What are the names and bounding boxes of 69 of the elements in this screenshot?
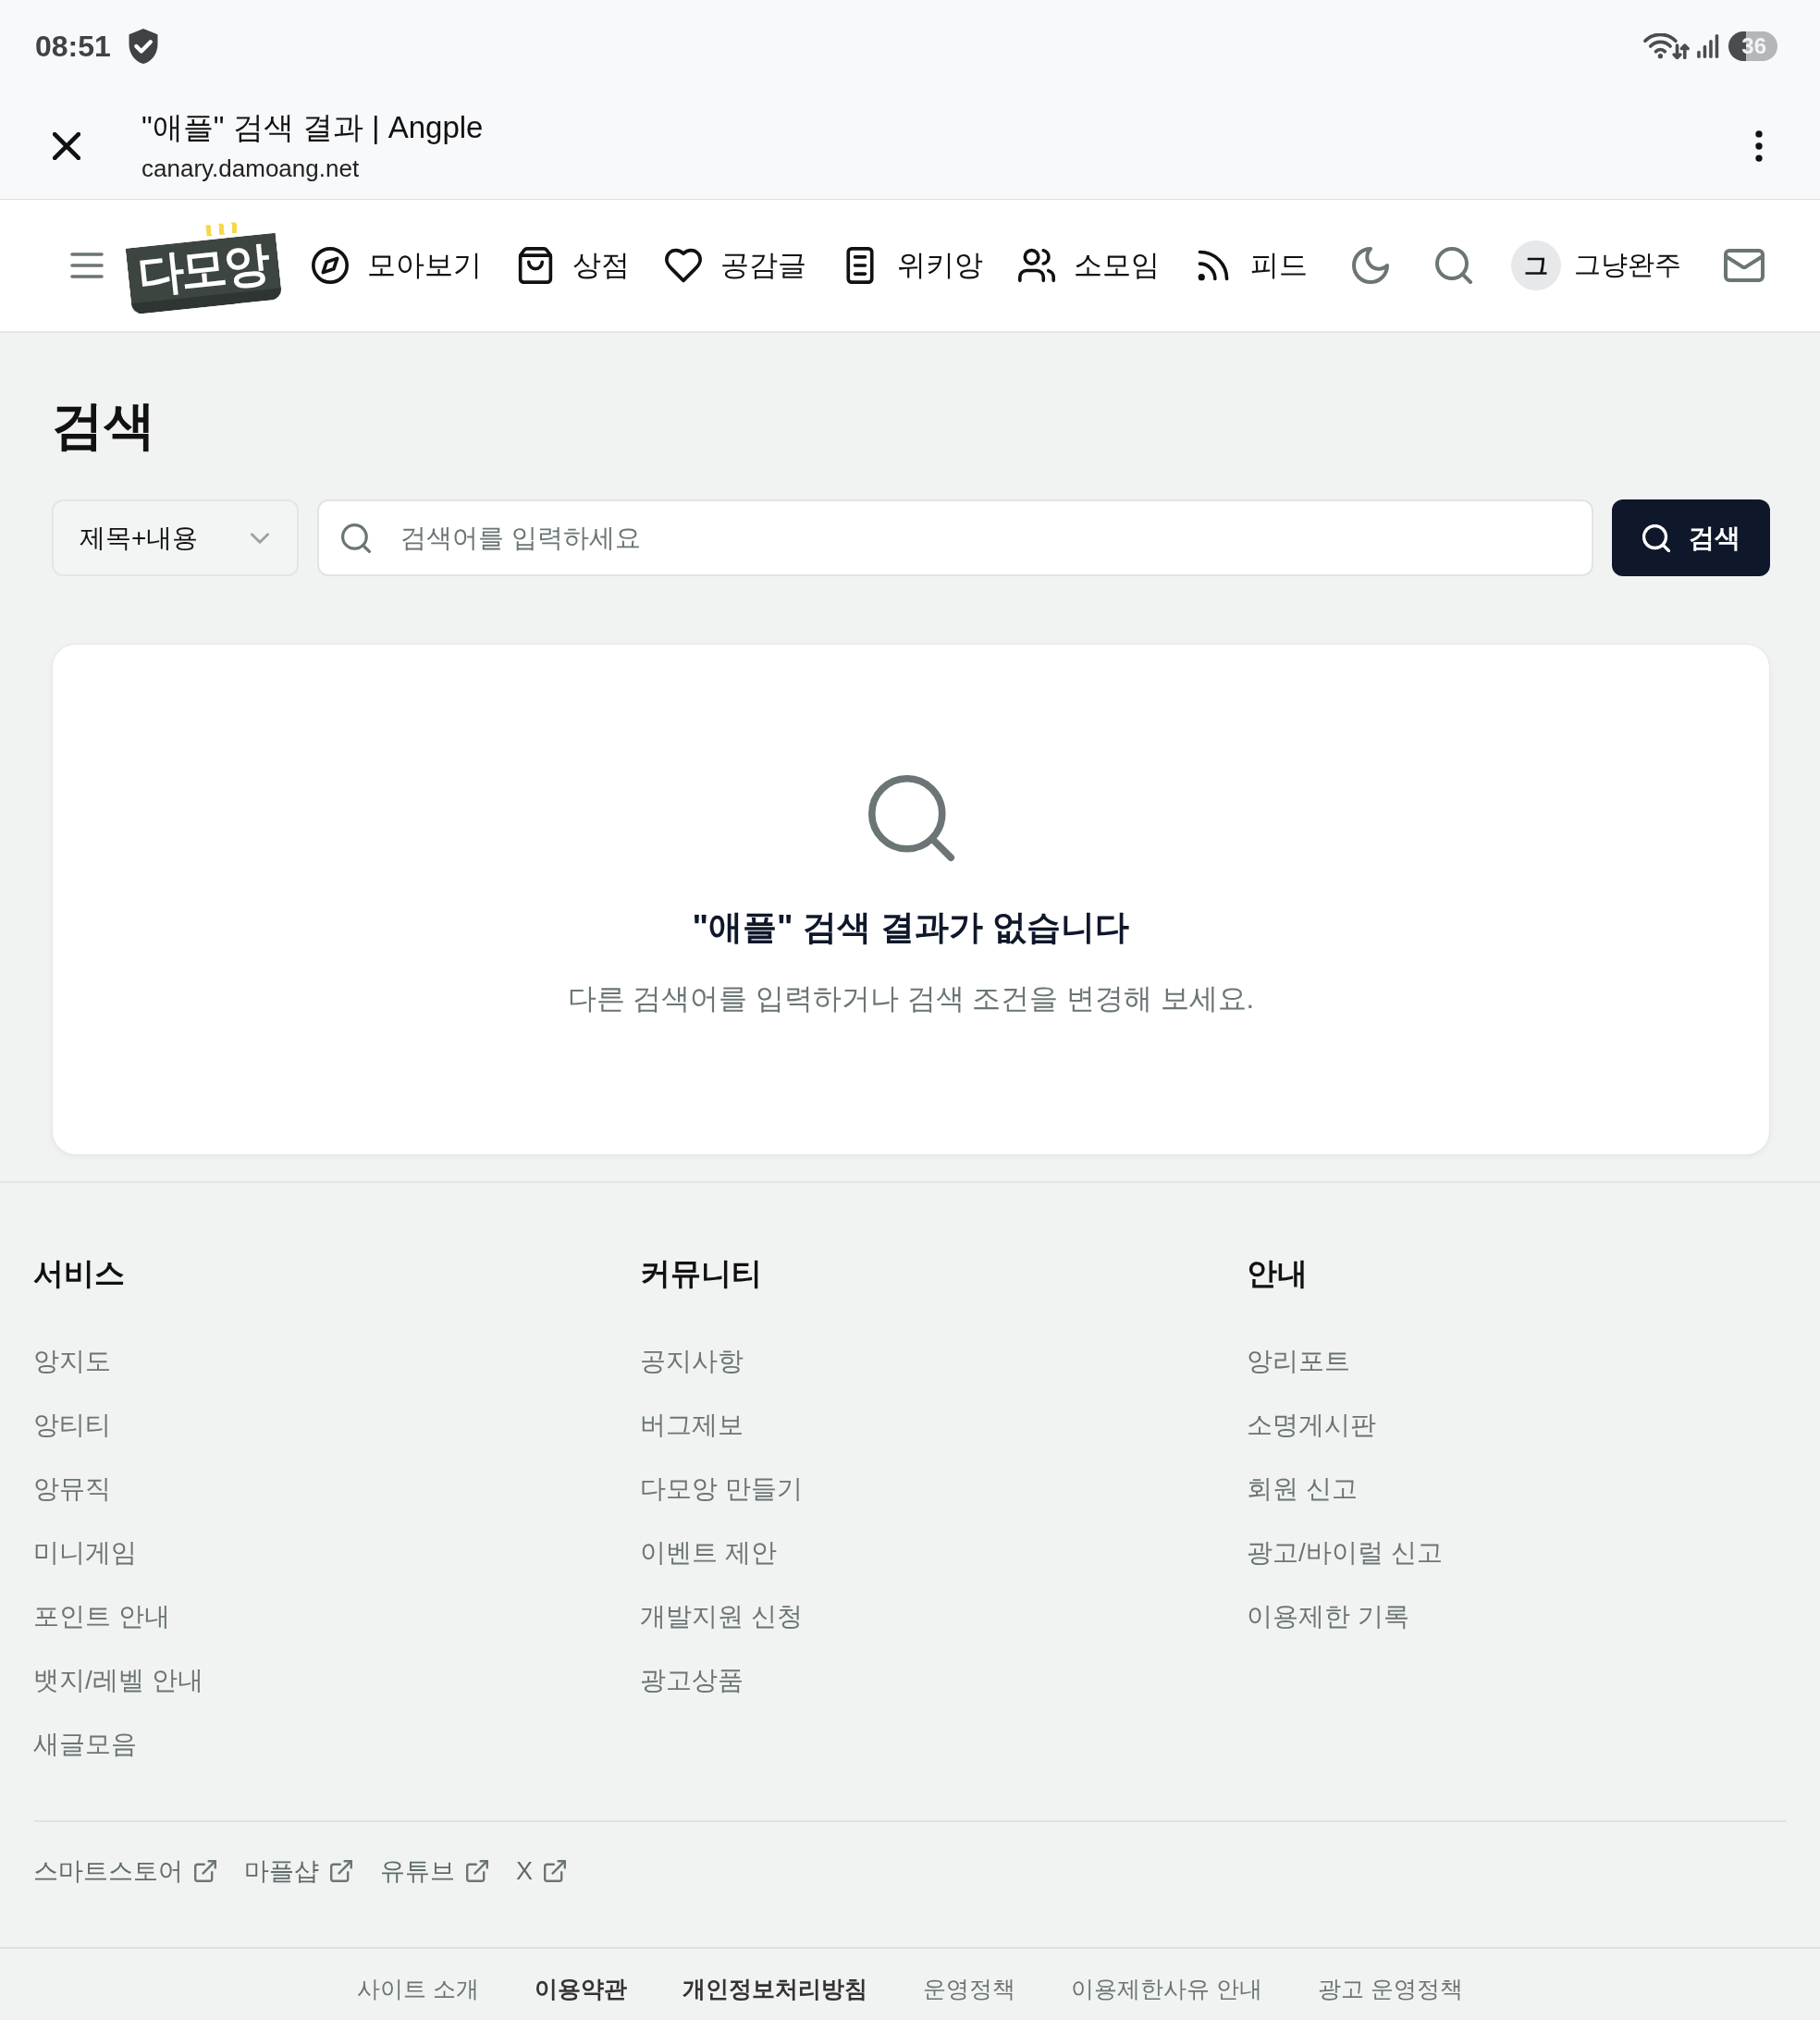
users-icon (1018, 247, 1055, 284)
page-title: 검색 (52, 395, 156, 456)
footer-link[interactable]: 앙티티 (33, 1407, 111, 1444)
external-link[interactable]: X (516, 1853, 566, 1890)
browser-page-title: "애플" 검색 결과 | Angple (141, 108, 484, 146)
external-link-icon (466, 1860, 488, 1882)
external-link-icon (330, 1860, 352, 1882)
footer-link[interactable]: 포인트 안내 (33, 1598, 170, 1635)
nav-link[interactable]: 피드 (1195, 246, 1308, 285)
legal-link[interactable]: 운영정책 (923, 1973, 1015, 2004)
external-link-icon (194, 1860, 216, 1882)
moon-icon[interactable] (1352, 247, 1389, 284)
browser-url: canary.damoang.net (141, 153, 360, 184)
footer-heading: 커뮤니티 (640, 1255, 762, 1292)
footer-link[interactable]: 앙뮤직 (33, 1471, 111, 1508)
mail-icon[interactable] (1724, 249, 1765, 282)
external-link[interactable]: 마플샵 (244, 1853, 352, 1890)
status-time: 08:51 (35, 29, 111, 64)
empty-state-title: "애플" 검색 결과가 없습니다 (692, 907, 1130, 948)
menu-icon[interactable] (70, 252, 104, 279)
wifi-icon (1643, 33, 1691, 59)
footer-link[interactable]: 앙리포트 (1247, 1343, 1350, 1380)
search-scope-select[interactable]: 제목+내용 (52, 499, 299, 576)
external-link[interactable]: 유튜브 (380, 1853, 488, 1890)
footer-link[interactable]: 버그제보 (640, 1407, 744, 1444)
nav-link[interactable]: 공감글 (665, 246, 806, 285)
footer-link[interactable]: 앙지도 (33, 1343, 111, 1380)
legal-link[interactable]: 이용약관 (535, 1973, 627, 2004)
search-icon (867, 774, 955, 862)
footer-link[interactable]: 회원 신고 (1247, 1471, 1358, 1508)
footer-heading: 안내 (1247, 1255, 1308, 1292)
search-icon[interactable] (1435, 247, 1472, 284)
footer-link[interactable]: 미니게임 (33, 1534, 137, 1571)
nav-link[interactable]: 위키앙 (842, 246, 983, 285)
footer-link[interactable]: 소명게시판 (1247, 1407, 1376, 1444)
nav-link[interactable]: 소모임 (1018, 246, 1160, 285)
signal-icon (1697, 34, 1720, 58)
footer-link[interactable]: 새글모음 (33, 1726, 137, 1763)
external-link-icon (544, 1860, 566, 1882)
legal-link[interactable]: 사이트 소개 (357, 1973, 479, 2004)
close-icon[interactable] (53, 131, 80, 160)
footer-link[interactable]: 다모앙 만들기 (640, 1471, 803, 1508)
legal-link[interactable]: 이용제한사유 안내 (1071, 1973, 1262, 2004)
nav-link[interactable]: 상점 (517, 246, 630, 285)
search-button[interactable]: 검색 (1612, 499, 1770, 576)
footer-link[interactable]: 뱃지/레벨 안내 (33, 1662, 203, 1699)
empty-state-message: 다른 검색어를 입력하거나 검색 조건을 변경해 보세요. (567, 981, 1255, 1016)
user-avatar[interactable]: 그 (1511, 240, 1561, 290)
footer-link[interactable]: 광고상품 (640, 1662, 744, 1699)
heart-icon (665, 247, 702, 284)
legal-link[interactable]: 광고 운영정책 (1317, 1973, 1463, 2004)
shopping-bag-icon (517, 247, 554, 284)
footer-link[interactable]: 이용제한 기록 (1247, 1598, 1409, 1635)
more-icon[interactable] (1755, 129, 1763, 162)
legal-link[interactable]: 개인정보처리방침 (682, 1973, 867, 2004)
footer-link[interactable]: 공지사항 (640, 1343, 744, 1380)
nav-link[interactable]: 모아보기 (312, 246, 482, 285)
external-link[interactable]: 스마트스토어 (33, 1853, 216, 1890)
shield-check-icon (127, 28, 159, 65)
footer-link[interactable]: 이벤트 제안 (640, 1534, 777, 1571)
footer-heading: 서비스 (33, 1255, 125, 1292)
chevron-down-icon (251, 532, 269, 544)
footer-link[interactable]: 개발지원 신청 (640, 1598, 803, 1635)
search-icon (341, 523, 371, 553)
search-icon (1642, 523, 1670, 552)
compass-icon (312, 247, 349, 284)
footer-link[interactable]: 광고/바이럴 신고 (1247, 1534, 1443, 1571)
user-name-link[interactable]: 그냥완주 (1574, 247, 1681, 284)
search-field[interactable]: 검색어를 입력하세요 (317, 499, 1593, 576)
